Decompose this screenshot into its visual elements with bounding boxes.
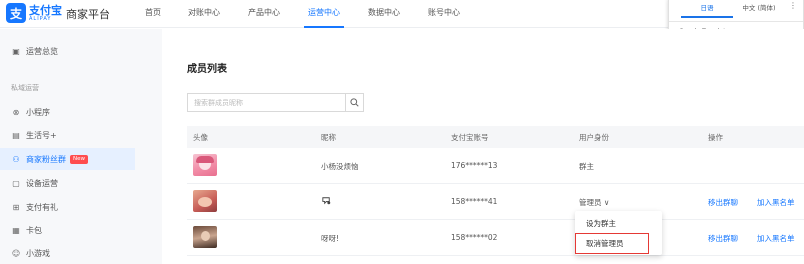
sidebar-item-pay-gift[interactable]: ⊞ 支付有礼 [0,196,135,218]
search-icon [350,98,359,107]
nav-account[interactable]: 账号中心 [424,0,464,28]
main-content: 成员列表 头像 昵称 支付宝账号 用户身份 操作 小杨没烦恼 176******… [162,29,804,264]
role-select[interactable]: 管理员 ∨ [579,197,609,208]
member-account: 158******02 [451,233,498,242]
sidebar-item-mini-program[interactable]: ⊗ 小程序 [0,101,135,123]
sidebar-item-label: 运营总览 [26,46,58,56]
life-account-icon: ▤ [12,130,20,140]
game-icon: ☺ [11,248,21,258]
sidebar-item-label: 商家粉丝群 [26,154,66,164]
add-to-blacklist-link[interactable]: 加入黑名单 [757,233,795,244]
group-icon: ⚇ [12,154,20,164]
avatar [193,226,217,248]
search-button[interactable] [345,94,363,111]
nav-operations[interactable]: 运营中心 [304,0,344,28]
table-row: 呀呀! 158******02 移出群聊 加入黑名单 [187,221,804,256]
table-row: 158******41 管理员 ∨ 移出群聊 加入黑名单 [187,185,804,220]
sidebar-item-mini-game[interactable]: ☺ 小游戏 [0,242,135,264]
add-to-blacklist-link[interactable]: 加入黑名单 [757,197,795,208]
member-account: 176******13 [451,161,498,170]
nav-data[interactable]: 数据中心 [364,0,404,28]
sidebar: ▣ 运营总览 私域运营 ⊗ 小程序 ▤ 生活号+ ⚇ 商家粉丝群 New ▢ 设… [0,29,162,264]
nav-home[interactable]: 首页 [140,0,166,28]
column-header-account: 支付宝账号 [451,133,489,142]
platform-title: 商家平台 [66,8,110,21]
table-header: 头像 昵称 支付宝账号 用户身份 操作 [187,126,804,148]
column-header-role: 用户身份 [579,133,609,142]
column-header-ops: 操作 [708,133,723,142]
mini-program-icon: ⊗ [12,107,20,117]
gt-tab-target[interactable]: 中文 (简体) [733,1,785,18]
sidebar-item-device[interactable]: ▢ 设备运营 [0,172,135,194]
member-account: 158******41 [451,197,498,206]
sidebar-item-fan-group[interactable]: ⚇ 商家粉丝群 New [0,148,135,170]
sidebar-item-life-account[interactable]: ▤ 生活号+ [0,124,135,146]
sidebar-item-label: 设备运营 [26,178,58,188]
member-nickname: 小杨没烦恼 [321,162,359,171]
table-row: 小杨没烦恼 176******13 群主 [187,149,804,184]
search-input[interactable] [188,94,345,111]
gift-icon: ⊞ [12,202,20,212]
sidebar-item-label: 生活号+ [26,130,57,140]
dashboard-icon: ▣ [12,46,20,56]
set-as-owner-option[interactable]: 设为群主 [575,215,662,233]
logo-text-cn: 支付宝 [29,3,62,17]
sidebar-item-label: 小程序 [26,107,50,117]
sidebar-item-card-wallet[interactable]: ▦ 卡包 [0,219,135,241]
avatar [193,190,217,212]
sidebar-section-title: 私域运营 [11,84,39,92]
remove-from-group-link[interactable]: 移出群聊 [708,233,738,244]
column-header-nickname: 昵称 [321,133,336,142]
member-role: 群主 [579,162,594,171]
new-badge: New [70,154,88,164]
sidebar-item-label: 支付有礼 [26,202,58,212]
sidebar-item-label: 小游戏 [26,248,50,258]
sidebar-item-overview[interactable]: ▣ 运营总览 [0,40,135,62]
nav-products[interactable]: 产品中心 [244,0,284,28]
logo-text-en: ALIPAY [29,15,52,22]
alipay-logo-icon: 支 [6,3,26,23]
page-title: 成员列表 [187,64,227,75]
member-nickname: 呀呀! [321,234,340,243]
gt-tab-source[interactable]: 日语 [681,1,733,18]
main-nav: 首页 对账中心 产品中心 运营中心 数据中心 账号中心 [140,0,464,28]
sidebar-item-label: 卡包 [26,225,42,235]
remove-from-group-link[interactable]: 移出群聊 [708,197,738,208]
column-header-avatar: 头像 [193,133,208,142]
more-vert-icon[interactable]: ⋮ [789,1,797,10]
avatar [193,154,217,176]
highlight-box [575,233,649,254]
member-search [187,93,364,112]
nav-reconciliation[interactable]: 对账中心 [184,0,224,28]
alipay-logo[interactable]: 支 支付宝 ALIPAY [6,3,62,23]
nickname-emoji-icon [321,195,332,208]
card-icon: ▦ [12,225,20,235]
device-icon: ▢ [12,178,20,188]
